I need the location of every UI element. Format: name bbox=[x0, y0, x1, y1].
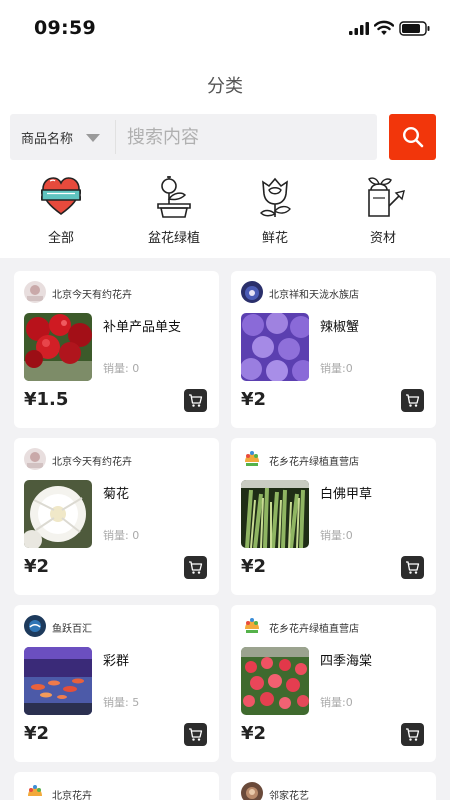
product-name: 菊花 bbox=[103, 487, 130, 502]
rose-icon bbox=[260, 177, 291, 217]
product-sales: 销量: 0 bbox=[103, 362, 140, 375]
search-divider bbox=[115, 120, 116, 154]
product-sales: 销量: 5 bbox=[103, 696, 140, 709]
product-sales: 销量:0 bbox=[320, 529, 353, 542]
category-all[interactable]: 全部 bbox=[11, 174, 111, 246]
shop-name: 北京祥和天泷水族店 bbox=[269, 290, 359, 301]
product-card[interactable]: 邻家花艺 bbox=[231, 772, 436, 800]
product-price: ¥2 bbox=[24, 723, 50, 744]
product-card[interactable]: 花乡花卉绿植直营店 四季海棠 销量:0 ¥2 bbox=[231, 605, 436, 762]
search-button[interactable] bbox=[389, 114, 436, 160]
card-peek-left bbox=[14, 252, 219, 258]
search-input[interactable] bbox=[118, 114, 373, 160]
cart-icon bbox=[406, 394, 420, 407]
product-name: 彩群 bbox=[103, 654, 130, 669]
product-price: ¥2 bbox=[241, 389, 267, 410]
cart-icon bbox=[189, 394, 203, 407]
shop-name: 花乡花卉绿植直营店 bbox=[269, 457, 359, 468]
category-label: 盆花绿植 bbox=[147, 231, 200, 246]
product-image bbox=[241, 480, 309, 548]
add-to-cart-button[interactable] bbox=[184, 556, 207, 579]
category-potted-plants[interactable]: 盆花绿植 bbox=[124, 174, 224, 246]
product-price: ¥2 bbox=[24, 556, 50, 577]
product-card[interactable]: 北京花卉 bbox=[14, 772, 219, 800]
search-field-select[interactable]: 商品名称 bbox=[10, 114, 106, 160]
status-time: 09:59 bbox=[34, 17, 96, 39]
shop-name: 北京今天有约花卉 bbox=[52, 457, 132, 468]
category-label: 全部 bbox=[47, 231, 74, 246]
shop-avatar bbox=[241, 782, 263, 800]
product-image bbox=[241, 647, 309, 715]
potted-plant-icon bbox=[157, 176, 191, 218]
category-label: 鲜花 bbox=[261, 231, 288, 246]
product-name: 白佛甲草 bbox=[320, 487, 373, 502]
product-name: 辣椒蟹 bbox=[320, 320, 360, 335]
product-card[interactable]: 北京今天有约花卉 菊花 销量: 0 ¥2 bbox=[14, 438, 219, 595]
product-name: 四季海棠 bbox=[320, 654, 373, 669]
shop-avatar bbox=[24, 448, 46, 470]
status-bar: 09:59 bbox=[0, 0, 450, 56]
shop-avatar bbox=[24, 782, 46, 800]
product-image bbox=[24, 480, 92, 548]
product-card[interactable]: 北京今天有约花卉 补单产品单支 销量: 0 ¥1.5 bbox=[14, 271, 219, 428]
product-sales: 销量: 0 bbox=[103, 529, 140, 542]
add-to-cart-button[interactable] bbox=[401, 556, 424, 579]
product-card[interactable]: 鱼跃百汇 彩群 销量: 5 ¥2 bbox=[14, 605, 219, 762]
category-supplies[interactable]: 资材 bbox=[333, 174, 433, 246]
product-image bbox=[24, 647, 92, 715]
heart-ribbon-icon bbox=[41, 177, 81, 215]
cart-icon bbox=[189, 561, 203, 574]
product-sales: 销量:0 bbox=[320, 696, 353, 709]
product-price: ¥1.5 bbox=[24, 389, 69, 410]
product-name: 补单产品单支 bbox=[103, 320, 182, 335]
add-to-cart-button[interactable] bbox=[401, 389, 424, 412]
shop-name: 花乡花卉绿植直营店 bbox=[269, 624, 359, 635]
shop-name: 鱼跃百汇 bbox=[52, 624, 92, 635]
cart-icon bbox=[406, 561, 420, 574]
battery-icon bbox=[399, 21, 430, 36]
product-card[interactable]: 花乡花卉绿植直营店 白佛甲草 销量:0 ¥2 bbox=[231, 438, 436, 595]
cart-icon bbox=[189, 728, 203, 741]
shop-avatar bbox=[241, 448, 263, 470]
product-price: ¥2 bbox=[241, 556, 267, 577]
product-card[interactable]: 北京祥和天泷水族店 辣椒蟹 销量:0 ¥2 bbox=[231, 271, 436, 428]
add-to-cart-button[interactable] bbox=[184, 389, 207, 412]
add-to-cart-button[interactable] bbox=[184, 723, 207, 746]
signal-icon bbox=[349, 22, 369, 35]
product-price: ¥2 bbox=[241, 723, 267, 744]
search-bar: 商品名称 bbox=[10, 114, 377, 160]
shop-name: 北京今天有约花卉 bbox=[52, 290, 132, 301]
top-panel: 09:59 分类 商品名称 搜索内容 全部 盆花绿植 鲜花 资材 bbox=[0, 0, 450, 258]
shop-name: 北京花卉 bbox=[52, 791, 92, 800]
add-to-cart-button[interactable] bbox=[401, 723, 424, 746]
shop-name: 邻家花艺 bbox=[269, 791, 309, 800]
shop-avatar bbox=[24, 281, 46, 303]
shop-avatar bbox=[24, 615, 46, 637]
category-label: 资材 bbox=[369, 231, 396, 246]
product-sales: 销量:0 bbox=[320, 362, 353, 375]
category-fresh-flowers[interactable]: 鲜花 bbox=[225, 174, 325, 246]
page-title: 分类 bbox=[207, 76, 243, 97]
card-peek-right bbox=[231, 252, 436, 258]
product-image bbox=[241, 313, 309, 381]
search-icon bbox=[402, 126, 424, 148]
shop-avatar bbox=[241, 615, 263, 637]
product-image bbox=[24, 313, 92, 381]
watering-can-icon bbox=[368, 177, 405, 217]
wifi-icon bbox=[374, 20, 394, 35]
search-field-label: 商品名称 bbox=[21, 132, 74, 147]
cart-icon bbox=[406, 728, 420, 741]
shop-avatar bbox=[241, 281, 263, 303]
caret-down-icon bbox=[86, 134, 100, 142]
